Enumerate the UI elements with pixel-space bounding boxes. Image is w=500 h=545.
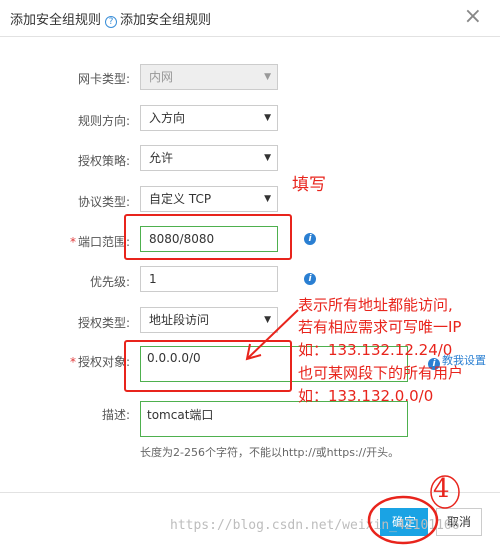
ok-button-highlight-circle	[367, 495, 439, 545]
annotation-arrow-line	[247, 309, 299, 359]
step-number-circle	[430, 475, 460, 509]
annotation-marks	[245, 309, 460, 545]
